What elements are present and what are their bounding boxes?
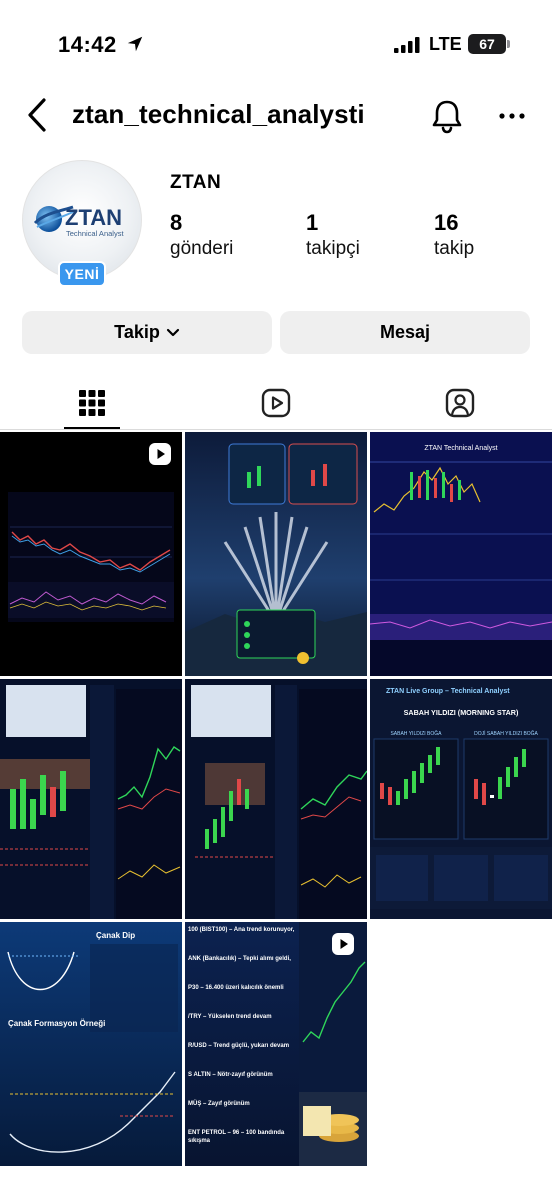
status-time: 14:42 (58, 32, 117, 57)
post-text-line: /TRY – Yükselen trend devam (188, 1014, 272, 1020)
stat-followers-label: takipçi (306, 238, 360, 259)
post-text-line: R/USD – Trend güçlü, yukarı devam (188, 1043, 290, 1049)
post-text-line: ANK (Bankacılık) – Tepki alımı geldi, (188, 956, 291, 962)
post-text-line: 100 (BIST100) – Ana trend korunuyor, (188, 927, 295, 933)
back-arrow-icon[interactable] (26, 96, 50, 134)
post-brand: ZTAN Live Group – Technical Analyst (386, 688, 510, 695)
follow-button[interactable]: Takip (22, 311, 272, 354)
post-thumbnail[interactable]: ZTAN Live Group – Technical Analyst SABA… (370, 679, 552, 919)
message-button[interactable]: Mesaj (280, 311, 530, 354)
battery-icon: 67 (468, 34, 506, 54)
stat-posts-label: gönderi (170, 238, 234, 259)
post-right-label: DOJİ SABAH YILDIZI BOĞA (474, 730, 538, 737)
avatar-logo-text: ZTAN (65, 205, 122, 230)
post-pattern-image: Çanak Dip Çanak Formasyon Örneği (0, 922, 182, 1166)
post-thumbnail[interactable]: Çanak Dip Çanak Formasyon Örneği (0, 922, 182, 1166)
post-text-line: P30 – 16.400 üzeri kalıcılık önemli (188, 985, 284, 991)
tab-posts[interactable] (0, 378, 184, 428)
post-chart-image (185, 679, 367, 919)
post-thumbnail[interactable] (185, 432, 367, 676)
post-text-line: S ALTIN – Nötr-zayıf görünüm (188, 1072, 273, 1078)
tab-reels[interactable] (184, 378, 368, 428)
post-chart-image (0, 432, 182, 676)
network-type: LTE (429, 34, 462, 54)
post-chart-image: ZTAN Technical Analyst (370, 432, 552, 676)
location-arrow-icon (127, 36, 143, 52)
stat-followers-value: 1 (306, 210, 319, 235)
grid-icon (79, 390, 105, 416)
post-text-list: 100 (BIST100) – Ana trend korunuyor, ANK… (185, 922, 299, 1166)
stat-following[interactable]: 16 takip (434, 210, 474, 261)
stat-followers[interactable]: 1 takipçi (306, 210, 360, 261)
post-title: ZTAN Technical Analyst (424, 445, 497, 452)
reels-icon (261, 388, 291, 418)
stat-posts-value: 8 (170, 210, 183, 235)
tagged-icon (445, 388, 475, 418)
post-text-line: MÜŞ – Zayıf görünüm (188, 1101, 250, 1107)
post-thumbnail[interactable] (299, 922, 367, 1166)
post-infographic-image (185, 432, 367, 676)
profile-username: ztan_technical_analysti (72, 99, 365, 129)
tab-tagged[interactable] (368, 378, 552, 428)
notification-bell-icon[interactable] (430, 98, 464, 134)
post-subtitle: Çanak Formasyon Örneği (8, 1019, 105, 1028)
stat-following-value: 16 (434, 210, 459, 235)
display-name: ZTAN (170, 172, 222, 193)
post-thumbnail[interactable]: ZTAN Technical Analyst (370, 432, 552, 676)
signal-icon (394, 37, 420, 53)
stat-posts[interactable]: 8 gönderi (170, 210, 233, 261)
status-bar: 14:42 LTE 67 (0, 0, 552, 90)
post-thumbnail[interactable] (0, 432, 182, 676)
stat-following-label: takip (434, 238, 475, 259)
reel-indicator-icon (149, 443, 171, 465)
post-chart-image (0, 679, 182, 919)
post-title: SABAH YILDIZI (MORNING STAR) (404, 708, 519, 717)
new-badge: YENİ (58, 261, 106, 287)
message-button-label: Mesaj (379, 322, 431, 342)
post-left-label: SABAH YILDIZI BOĞA (390, 730, 442, 737)
avatar-logo-subtitle: Technical Analyst (66, 229, 124, 238)
follow-button-label: Takip (114, 322, 160, 342)
post-candlestick-image: ZTAN Live Group – Technical Analyst SABA… (370, 679, 552, 919)
battery-tip (507, 40, 510, 48)
post-title: Çanak Dip (96, 931, 135, 940)
post-text-line: ENT PETROL – 96 – 100 bandında sıkışma (188, 1130, 285, 1144)
chevron-down-icon (166, 328, 179, 336)
reel-indicator-icon (332, 933, 354, 955)
tab-divider (0, 429, 552, 430)
more-options-icon[interactable] (498, 106, 526, 126)
post-thumbnail[interactable]: 100 (BIST100) – Ana trend korunuyor, ANK… (185, 922, 299, 1166)
post-chart-image (299, 922, 367, 1166)
post-thumbnail[interactable] (185, 679, 367, 919)
post-thumbnail[interactable] (0, 679, 182, 919)
